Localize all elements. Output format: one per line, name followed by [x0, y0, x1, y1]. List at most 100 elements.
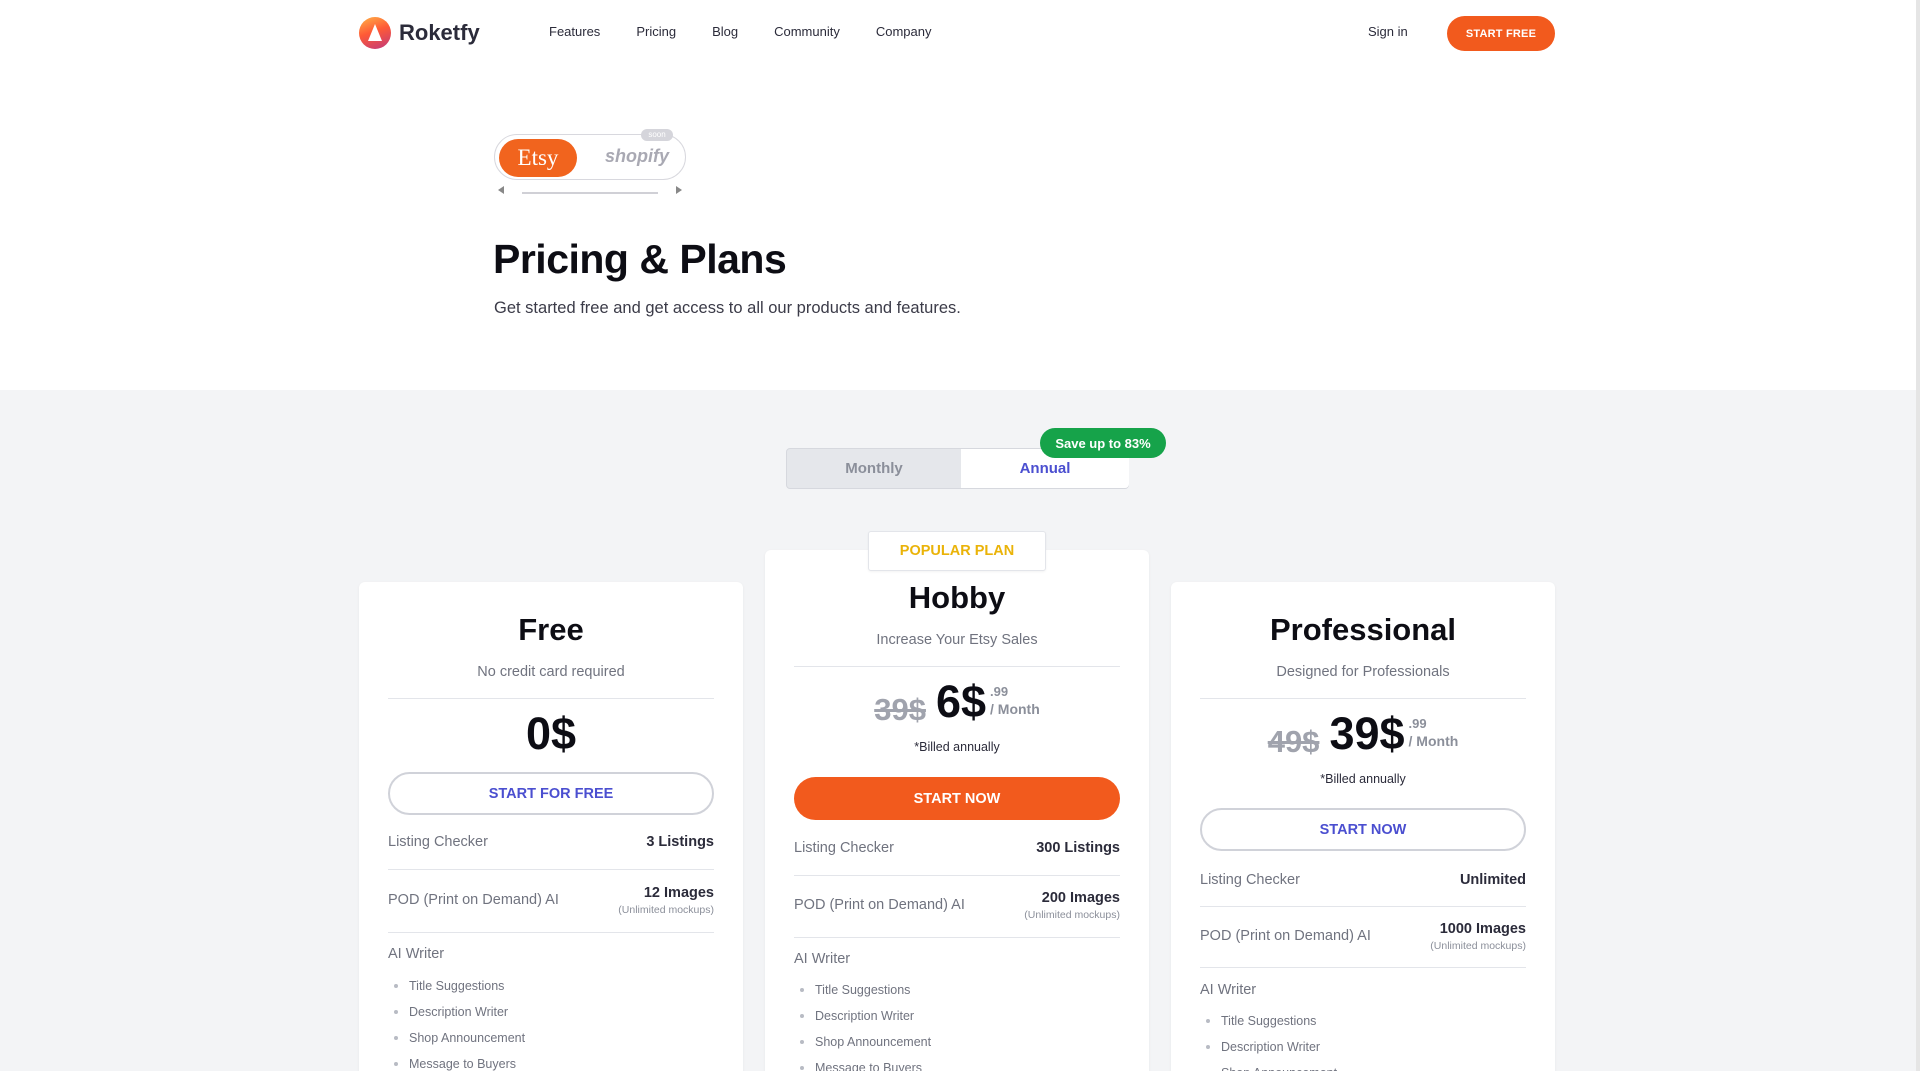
- shopify-tab[interactable]: shopify: [605, 146, 669, 167]
- feature-note: (Unlimited mockups): [1430, 940, 1526, 952]
- start-free-button[interactable]: START FREE: [1447, 16, 1555, 51]
- plan-description: Increase Your Etsy Sales: [876, 632, 1038, 648]
- divider: [1200, 906, 1526, 907]
- site-header: Roketfy Features Pricing Blog Community …: [0, 0, 1920, 66]
- popular-plan-badge: POPULAR PLAN: [868, 531, 1046, 571]
- list-item: Description Writer: [394, 999, 525, 1025]
- start-now-button[interactable]: START NOW: [1200, 808, 1526, 851]
- plan-name: Free: [518, 612, 584, 647]
- save-badge: Save up to 83%: [1040, 428, 1166, 458]
- scroll-right-icon[interactable]: [676, 186, 682, 194]
- price-cents: .99: [990, 684, 1009, 699]
- feature-pod-ai: POD (Print on Demand) AI 12 Images (Unli…: [388, 884, 714, 916]
- brand-name: Roketfy: [399, 20, 480, 45]
- list-item: Shop Announcement: [1206, 1060, 1337, 1071]
- page-scrollbar[interactable]: [1916, 0, 1920, 1071]
- plan-card-free: Free No credit card required 0$ START FO…: [359, 582, 743, 1071]
- feature-label: POD (Print on Demand) AI: [388, 892, 559, 908]
- price-cents: .99: [1408, 716, 1427, 731]
- feature-label: Listing Checker: [1200, 872, 1300, 888]
- plan-price: 39$ 6$ .99 / Month: [765, 676, 1149, 728]
- divider: [794, 875, 1120, 876]
- feature-value: 12 Images: [643, 885, 714, 901]
- list-item: Title Suggestions: [1206, 1008, 1337, 1034]
- divider: [1200, 967, 1526, 968]
- page-subtitle: Get started free and get access to all o…: [494, 299, 961, 317]
- list-item: Description Writer: [1206, 1034, 1337, 1060]
- plan-price: 49$ 39$ .99 / Month: [1171, 708, 1555, 760]
- old-price: 39$: [874, 692, 926, 727]
- feature-value: 1000 Images: [1439, 921, 1526, 937]
- sign-in-link[interactable]: Sign in: [1368, 24, 1408, 39]
- divider: [794, 666, 1120, 667]
- list-item: Shop Announcement: [394, 1025, 525, 1051]
- billed-note: *Billed annually: [914, 740, 1000, 754]
- feature-label: Listing Checker: [388, 834, 488, 850]
- platform-scrollbar[interactable]: [498, 186, 682, 194]
- divider: [388, 932, 714, 933]
- feature-label: POD (Print on Demand) AI: [794, 897, 965, 913]
- feature-value-block: 12 Images (Unlimited mockups): [618, 884, 714, 916]
- feature-value-block: 1000 Images (Unlimited mockups): [1430, 920, 1526, 952]
- rocket-logo-icon: [359, 17, 391, 49]
- price-period: / Month: [1408, 733, 1459, 749]
- feature-note: (Unlimited mockups): [618, 904, 714, 916]
- feature-value: 300 Listings: [1036, 840, 1120, 856]
- current-price: 39$: [1329, 708, 1405, 759]
- nav-community[interactable]: Community: [774, 24, 840, 39]
- feature-value-block: 200 Images (Unlimited mockups): [1024, 889, 1120, 921]
- ai-writer-list: Title Suggestions Description Writer Sho…: [394, 973, 525, 1071]
- etsy-tab[interactable]: Etsy: [499, 139, 577, 177]
- current-price: 6$: [935, 676, 987, 727]
- billing-monthly-option[interactable]: Monthly: [787, 449, 961, 488]
- list-item: Title Suggestions: [394, 973, 525, 999]
- feature-listing-checker: Listing Checker Unlimited: [1200, 872, 1526, 888]
- feature-listing-checker: Listing Checker 3 Listings: [388, 834, 714, 850]
- old-price: 49$: [1267, 724, 1320, 759]
- feature-pod-ai: POD (Print on Demand) AI 1000 Images (Un…: [1200, 920, 1526, 952]
- ai-writer-list: Title Suggestions Description Writer Sho…: [800, 977, 931, 1071]
- divider: [388, 698, 714, 699]
- page-title: Pricing & Plans: [493, 236, 787, 282]
- start-for-free-button[interactable]: START FOR FREE: [388, 772, 714, 815]
- plan-card-professional: Professional Designed for Professionals …: [1171, 582, 1555, 1071]
- main-nav: Features Pricing Blog Community Company: [549, 24, 967, 39]
- nav-blog[interactable]: Blog: [712, 24, 738, 39]
- divider: [388, 869, 714, 870]
- scroll-thumb[interactable]: [522, 192, 658, 194]
- feature-pod-ai: POD (Print on Demand) AI 200 Images (Unl…: [794, 889, 1120, 921]
- plan-description: No credit card required: [477, 664, 625, 680]
- billed-note: *Billed annually: [1320, 772, 1406, 786]
- plan-name: Hobby: [908, 580, 1006, 615]
- nav-pricing[interactable]: Pricing: [636, 24, 676, 39]
- feature-value: Unlimited: [1459, 872, 1526, 888]
- start-now-button[interactable]: START NOW: [794, 777, 1120, 820]
- price-suffix: .99 / Month: [990, 684, 1040, 717]
- divider: [794, 937, 1120, 938]
- feature-listing-checker: Listing Checker 300 Listings: [794, 840, 1120, 856]
- nav-features[interactable]: Features: [549, 24, 600, 39]
- divider: [1200, 698, 1526, 699]
- feature-value: 200 Images: [1041, 890, 1120, 906]
- feature-label: Listing Checker: [794, 840, 894, 856]
- price-suffix: .99 / Month: [1409, 716, 1459, 749]
- plan-description: Designed for Professionals: [1276, 664, 1450, 680]
- feature-value: 3 Listings: [646, 834, 714, 850]
- price-period: / Month: [990, 701, 1040, 717]
- soon-badge: soon: [641, 129, 673, 141]
- feature-label: POD (Print on Demand) AI: [1200, 928, 1371, 944]
- platform-switcher: Etsy shopify soon: [494, 129, 686, 180]
- plan-card-hobby: Hobby Increase Your Etsy Sales 39$ 6$ .9…: [765, 550, 1149, 1071]
- nav-company[interactable]: Company: [876, 24, 932, 39]
- brand-logo[interactable]: Roketfy: [359, 17, 480, 49]
- list-item: Description Writer: [800, 1003, 931, 1029]
- list-item: Shop Announcement: [800, 1029, 931, 1055]
- list-item: Title Suggestions: [800, 977, 931, 1003]
- ai-writer-heading: AI Writer: [794, 951, 851, 967]
- list-item: Message to Buyers: [800, 1055, 931, 1071]
- plan-price: 0$: [525, 708, 577, 759]
- ai-writer-list: Title Suggestions Description Writer Sho…: [1206, 1008, 1337, 1071]
- scroll-left-icon[interactable]: [498, 186, 504, 194]
- list-item: Message to Buyers: [394, 1051, 525, 1071]
- plan-name: Professional: [1269, 612, 1457, 647]
